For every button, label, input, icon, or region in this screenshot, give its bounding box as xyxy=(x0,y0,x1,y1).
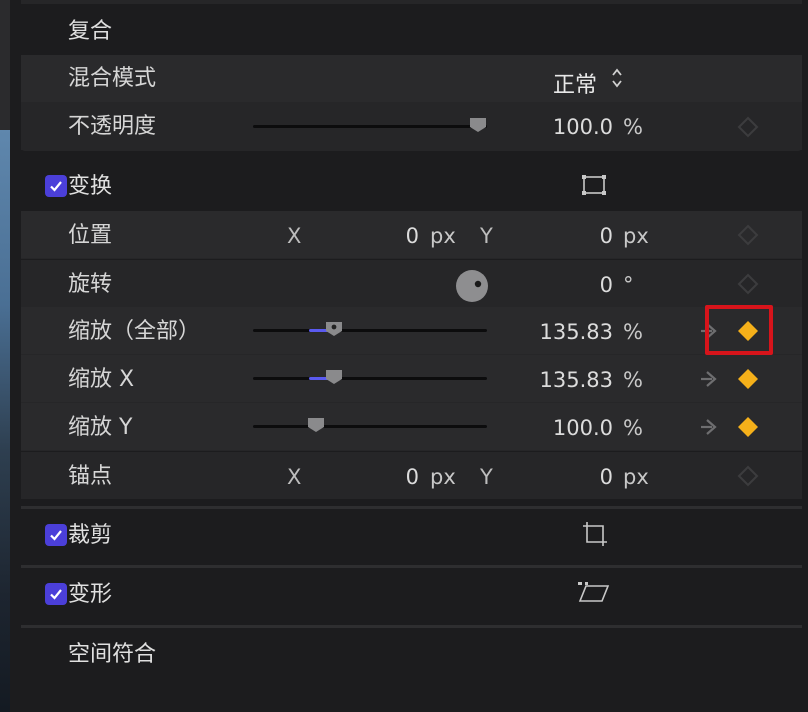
rotation-unit: ° xyxy=(623,273,634,297)
scale-all-slider-thumb[interactable] xyxy=(325,321,343,337)
keyframe-diamond-icon[interactable] xyxy=(737,416,759,438)
crop-onscreen-icon[interactable] xyxy=(581,520,609,548)
scale-all-row: 缩放（全部） 135.83 % xyxy=(21,307,802,354)
opacity-row: 不透明度 100.0 % xyxy=(21,103,802,150)
distort-title: 变形 xyxy=(68,582,113,607)
rotation-label: 旋转 xyxy=(68,272,113,297)
check-icon xyxy=(50,589,62,600)
scale-y-label: 缩放 Y xyxy=(68,415,133,440)
rotation-row: 旋转 0 ° xyxy=(21,259,802,307)
opacity-slider[interactable] xyxy=(253,118,487,132)
scale-x-slider-thumb[interactable] xyxy=(325,369,343,385)
crop-header[interactable]: 裁剪 xyxy=(21,510,802,562)
distort-onscreen-icon[interactable] xyxy=(577,581,611,605)
position-y-value[interactable]: 0 xyxy=(545,226,613,247)
inspector-panel: 复合 混合模式 正常 不透明度 100.0 % 变换 位置 X 0 px Y 0… xyxy=(10,0,808,712)
opacity-value[interactable]: 100.0 xyxy=(521,117,613,138)
scale-all-label: 缩放（全部） xyxy=(68,319,201,344)
anchor-y-label: Y xyxy=(480,465,493,489)
anchor-row: 锚点 X 0 px Y 0 px xyxy=(21,451,802,499)
transform-title: 变换 xyxy=(68,174,113,199)
position-x-unit: px xyxy=(430,224,456,248)
scale-x-value[interactable]: 135.83 xyxy=(501,370,613,391)
crop-title: 裁剪 xyxy=(68,523,113,548)
keyframe-nav-arrow-icon[interactable] xyxy=(698,368,720,390)
keyframe-diamond-icon[interactable] xyxy=(737,273,759,295)
scale-all-unit: % xyxy=(623,320,643,344)
separator xyxy=(21,565,802,568)
anchor-y-value[interactable]: 0 xyxy=(545,467,613,488)
scale-y-value[interactable]: 100.0 xyxy=(501,418,613,439)
composite-header[interactable]: 复合 xyxy=(21,8,802,54)
position-label: 位置 xyxy=(68,223,113,248)
scale-y-unit: % xyxy=(623,416,643,440)
blend-mode-label: 混合模式 xyxy=(68,66,157,91)
transform-onscreen-icon[interactable] xyxy=(581,173,607,197)
composite-title: 复合 xyxy=(68,19,113,44)
check-icon xyxy=(50,530,62,541)
viewer-image-edge xyxy=(0,130,10,712)
separator xyxy=(21,625,802,628)
highlight-box xyxy=(705,305,773,355)
composite-group: 混合模式 正常 不透明度 100.0 % xyxy=(21,55,802,151)
scale-y-row: 缩放 Y 100.0 % xyxy=(21,403,802,450)
anchor-x-label: X xyxy=(287,465,302,489)
rotation-value[interactable]: 0 xyxy=(545,275,613,296)
distort-header[interactable]: 变形 xyxy=(21,569,802,621)
position-row: 位置 X 0 px Y 0 px xyxy=(21,211,802,258)
crop-checkbox[interactable] xyxy=(45,524,67,546)
anchor-x-unit: px xyxy=(430,465,456,489)
keyframe-diamond-icon[interactable] xyxy=(737,116,759,138)
position-x-label: X xyxy=(287,224,302,248)
keyframe-diamond-icon[interactable] xyxy=(737,368,759,390)
transform-group: 位置 X 0 px Y 0 px 旋转 0 ° 缩放（全部） 135.83 % … xyxy=(21,211,802,499)
updown-chevron-icon[interactable] xyxy=(610,67,624,89)
keyframe-diamond-icon[interactable] xyxy=(737,465,759,487)
scale-y-slider[interactable] xyxy=(253,418,487,432)
opacity-label: 不透明度 xyxy=(68,114,157,139)
distort-checkbox[interactable] xyxy=(45,583,67,605)
position-y-label: Y xyxy=(480,224,493,248)
rotation-dial-icon[interactable] xyxy=(455,269,489,303)
spatial-conform-header[interactable]: 空间符合 xyxy=(21,629,802,681)
blend-mode-select[interactable]: 正常 xyxy=(553,67,597,99)
transform-header[interactable]: 变换 xyxy=(21,160,802,210)
transform-checkbox[interactable] xyxy=(45,175,67,197)
position-y-unit: px xyxy=(623,224,649,248)
keyframe-diamond-icon[interactable] xyxy=(737,224,759,246)
blend-mode-row: 混合模式 正常 xyxy=(21,55,802,102)
opacity-slider-thumb[interactable] xyxy=(469,117,487,133)
scale-x-row: 缩放 X 135.83 % xyxy=(21,355,802,402)
scale-x-unit: % xyxy=(623,368,643,392)
scale-x-label: 缩放 X xyxy=(68,367,135,392)
check-icon xyxy=(50,181,62,192)
position-x-value[interactable]: 0 xyxy=(351,226,419,247)
top-strip xyxy=(21,0,802,4)
scale-all-value[interactable]: 135.83 xyxy=(501,322,613,343)
anchor-y-unit: px xyxy=(623,465,649,489)
spatial-conform-title: 空间符合 xyxy=(68,642,157,667)
anchor-label: 锚点 xyxy=(68,464,113,489)
opacity-unit: % xyxy=(623,115,643,139)
anchor-x-value[interactable]: 0 xyxy=(351,467,419,488)
scale-all-slider[interactable] xyxy=(253,322,487,336)
scale-y-slider-thumb[interactable] xyxy=(307,417,325,433)
keyframe-nav-arrow-icon[interactable] xyxy=(698,416,720,438)
scale-x-slider[interactable] xyxy=(253,370,487,384)
separator xyxy=(21,506,802,509)
